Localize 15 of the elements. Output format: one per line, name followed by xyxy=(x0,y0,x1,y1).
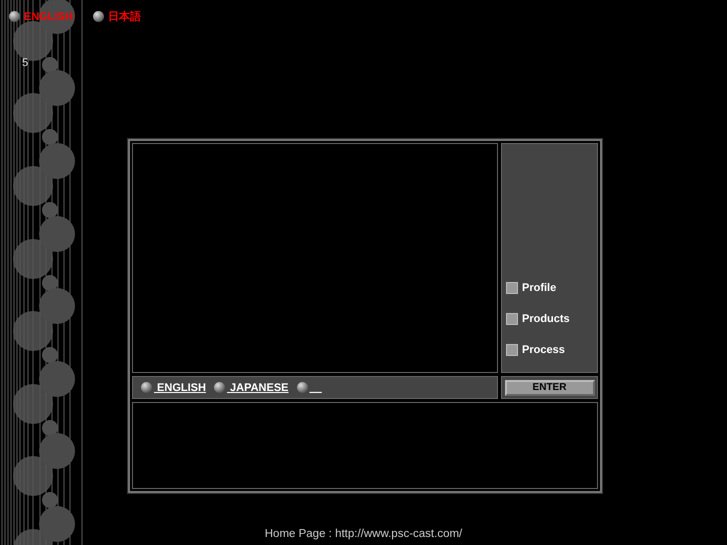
menu-link[interactable]: Products xyxy=(506,313,597,325)
counter: 5 xyxy=(22,57,28,69)
menu-link[interactable]: Process xyxy=(506,344,597,356)
ball-icon xyxy=(214,382,225,393)
footer-text: Home Page : http://www.psc-cast.com/ xyxy=(264,528,462,540)
ball-icon xyxy=(92,11,104,22)
ball-icon xyxy=(9,11,20,22)
language-link[interactable]: 日本語 xyxy=(108,9,141,24)
language-link[interactable]: JAPANESE xyxy=(226,382,288,394)
language-link[interactable]: ENGLISH xyxy=(154,382,206,394)
ball-icon xyxy=(296,382,308,393)
language-link[interactable]: __ xyxy=(310,382,322,394)
ball-icon xyxy=(141,382,152,393)
enter-button[interactable]: ENTER xyxy=(504,380,594,396)
menu-link[interactable]: Profile xyxy=(506,282,597,294)
